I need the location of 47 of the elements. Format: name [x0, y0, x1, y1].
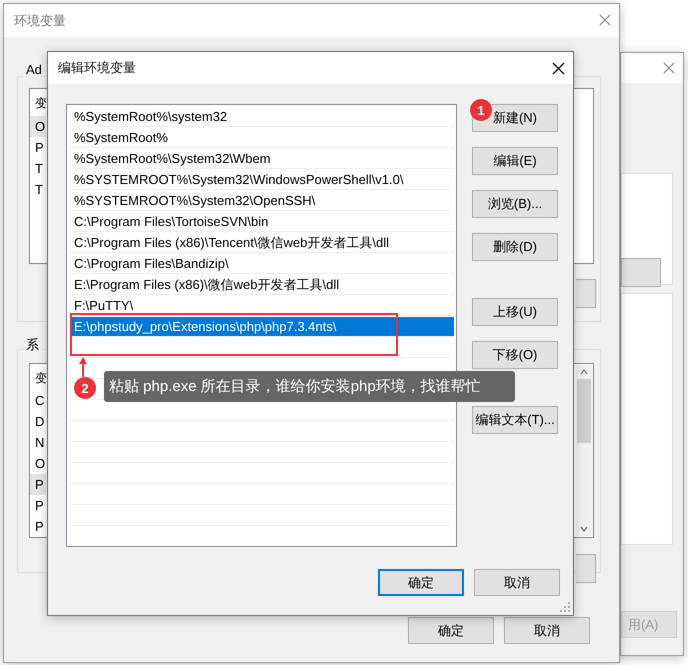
path-entry[interactable]: C:\Program Files (x86)\Tencent\微信web开发者工具\dll	[71, 234, 392, 250]
button[interactable]	[621, 258, 661, 287]
action-button[interactable]: 下移(O)	[472, 341, 558, 369]
list-item[interactable]: O	[30, 453, 46, 474]
list-item[interactable]: P	[30, 516, 46, 537]
path-entry[interactable]: %SYSTEMROOT%\System32\OpenSSH\	[71, 192, 318, 208]
group-label: Ad	[24, 62, 44, 77]
group-label: 系	[24, 336, 41, 354]
action-button[interactable]: 编辑文本(T)...	[472, 406, 558, 434]
path-entry[interactable]: C:\Program Files\TortoiseSVN\bin	[71, 212, 272, 230]
resize-grip-icon[interactable]	[560, 602, 570, 612]
path-entry[interactable]: %SystemRoot%\system32	[71, 108, 230, 124]
arrow-icon	[78, 357, 88, 377]
tooltip: 粘贴 php.exe 所在目录，谁给你安装php环境，找谁帮忙	[104, 371, 515, 402]
dialog-button[interactable]: 取消	[474, 569, 560, 596]
dialog-title: 编辑环境变量	[57, 59, 136, 77]
path-entry[interactable]: E:\Program Files (x86)\微信web开发者工具\dll	[71, 276, 342, 292]
list-item[interactable]: D	[30, 411, 46, 432]
action-button[interactable]: 浏览(B)...	[472, 190, 558, 218]
list-item[interactable]: T	[30, 158, 46, 179]
column-header: 变	[34, 370, 48, 387]
list-item[interactable]: P	[30, 474, 46, 495]
path-entry[interactable]: %SystemRoot%	[71, 128, 171, 146]
path-entry[interactable]: %SystemRoot%\System32\Wbem	[71, 150, 274, 166]
list-item[interactable]: P	[30, 137, 46, 158]
scroll-thumb[interactable]	[577, 379, 591, 443]
column-header: 变	[34, 95, 48, 112]
dialog-button[interactable]: 取消	[504, 617, 590, 644]
dialog-button[interactable]: 确定	[378, 569, 464, 596]
window-title: 环境变量	[13, 12, 66, 30]
button[interactable]	[576, 554, 596, 583]
scrollbar[interactable]	[576, 365, 592, 536]
list-item[interactable]: P	[30, 495, 46, 516]
path-entry[interactable]: E:\phpstudy_pro\Extensions\php\php7.3.4nts\	[71, 316, 454, 336]
action-button[interactable]: 上移(U)	[472, 298, 558, 326]
list-item[interactable]: N	[30, 432, 46, 453]
list-item[interactable]: T	[30, 179, 46, 200]
path-entry[interactable]: %SYSTEMROOT%\System32\WindowsPowerShell\v1.0\	[71, 170, 406, 188]
path-entry[interactable]: F:\PuTTY\	[71, 296, 136, 314]
path-entry[interactable]: C:\Program Files\Bandizip\	[71, 254, 232, 272]
close-icon[interactable]	[552, 62, 565, 75]
action-button[interactable]: 编辑(E)	[472, 147, 558, 175]
button[interactable]	[576, 279, 596, 308]
action-button[interactable]: 删除(D)	[472, 233, 558, 261]
list-item[interactable]: O	[30, 116, 46, 137]
list-item[interactable]: C	[30, 390, 46, 411]
dialog-button[interactable]: 确定	[408, 617, 494, 644]
